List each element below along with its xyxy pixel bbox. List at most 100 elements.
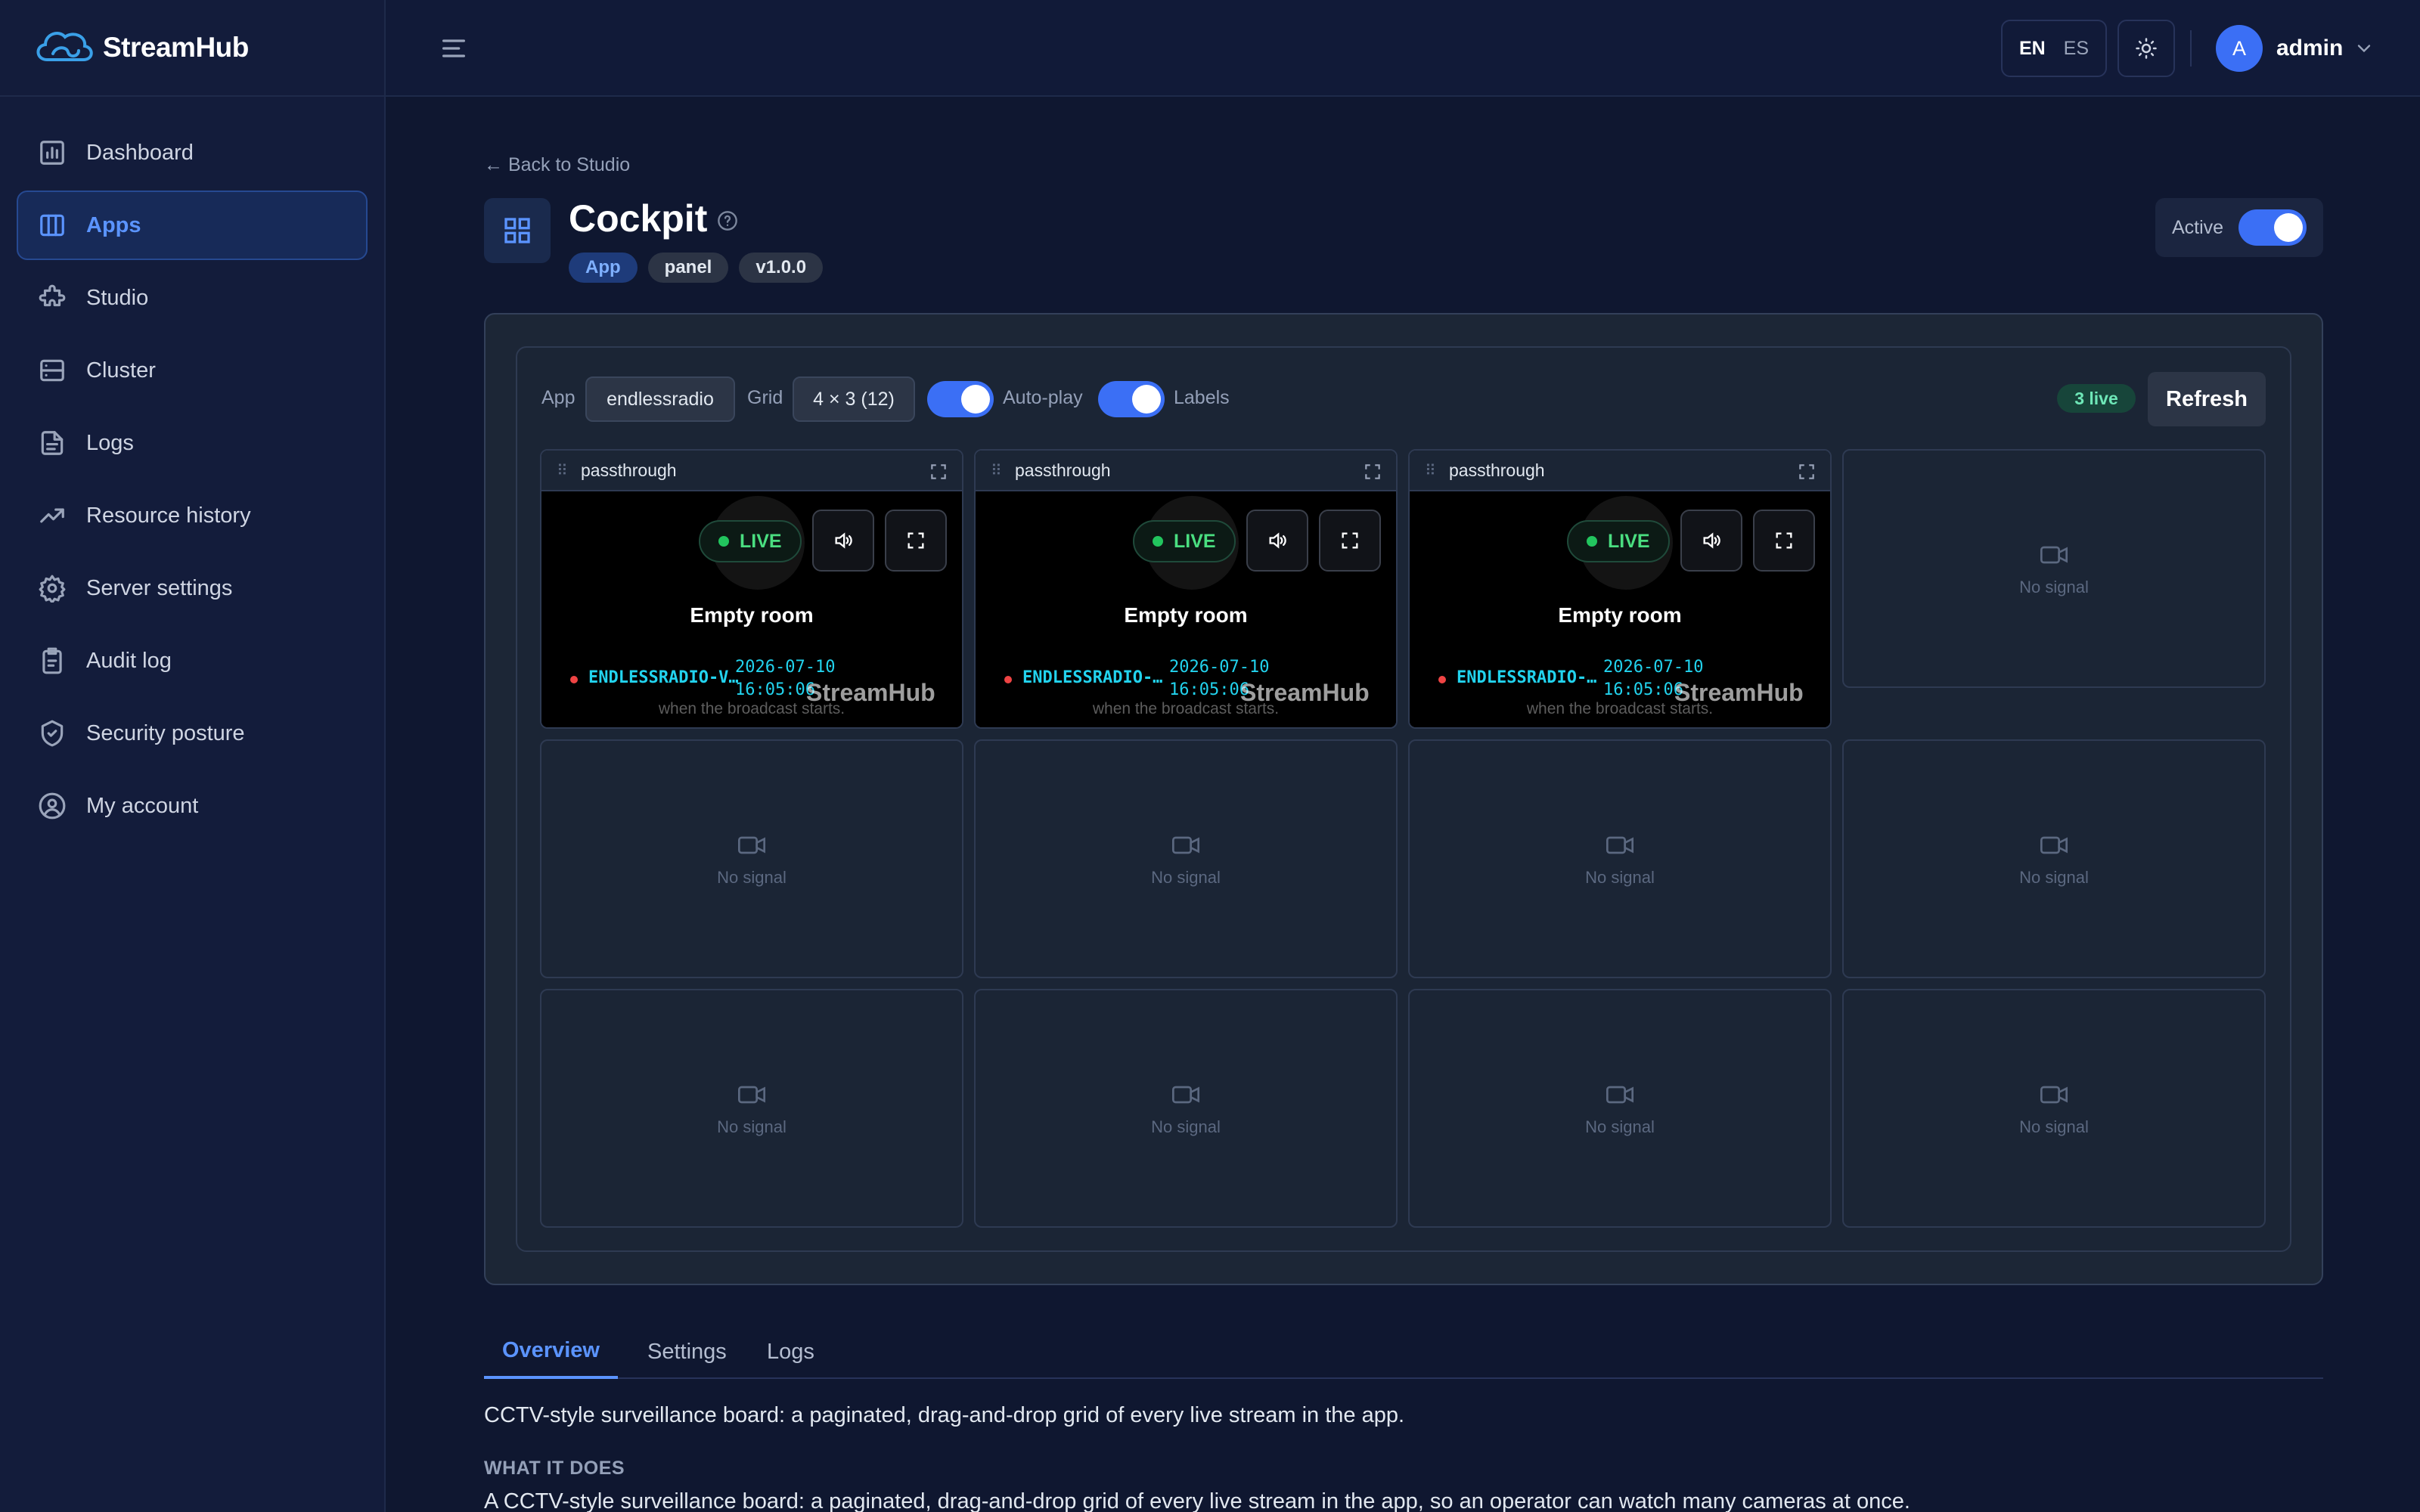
- tile-header[interactable]: ⠿ passthrough: [1410, 451, 1830, 491]
- tile-header[interactable]: ⠿ passthrough: [541, 451, 962, 491]
- lang-en-button[interactable]: EN: [2019, 38, 2046, 60]
- expand-icon[interactable]: [1363, 462, 1382, 482]
- autoplay-label: Auto-play: [1003, 387, 1083, 408]
- drag-handle-icon[interactable]: ⠿: [991, 461, 1006, 480]
- tag-type: App: [569, 253, 638, 283]
- active-toggle-group: Active: [2155, 198, 2323, 257]
- chevron-down-icon: [2358, 45, 2371, 53]
- stream-status: Empty room: [690, 603, 814, 627]
- watermark: StreamHub: [1240, 679, 1370, 706]
- app-tags: App panel v1.0.0: [569, 253, 824, 283]
- user-name: admin: [2276, 36, 2344, 60]
- rec-dot: [1004, 676, 1012, 683]
- tile-header[interactable]: ⠿ passthrough: [976, 451, 1396, 491]
- menu-toggle-button[interactable]: [439, 33, 469, 64]
- drag-handle-icon[interactable]: ⠿: [1425, 461, 1440, 480]
- user-menu[interactable]: A admin: [2216, 24, 2375, 73]
- help-icon[interactable]: [717, 210, 738, 235]
- refresh-button[interactable]: Refresh: [2148, 372, 2266, 426]
- sidebar-item-logs[interactable]: Logs: [17, 408, 368, 478]
- sidebar-item-server-settings[interactable]: Server settings: [17, 553, 368, 623]
- apps-icon: [40, 214, 64, 237]
- active-toggle[interactable]: [2238, 209, 2307, 246]
- stream-tile[interactable]: ⠿ passthrough LIVE Empty room when the b…: [1408, 449, 1832, 729]
- expand-icon[interactable]: [929, 462, 948, 482]
- labels-toggle[interactable]: [1098, 381, 1165, 417]
- sidebar-item-my-account[interactable]: My account: [17, 771, 368, 841]
- sidebar-item-audit-log[interactable]: Audit log: [17, 626, 368, 696]
- stream-overlay-title: ENDLESSRADIO-…: [1457, 668, 1597, 687]
- empty-tile: No signal: [1408, 739, 1832, 978]
- volume-button[interactable]: [1680, 510, 1742, 572]
- avatar: A: [2216, 25, 2263, 72]
- live-count-badge: 3 live: [2057, 384, 2136, 413]
- active-label: Active: [2172, 216, 2224, 238]
- sidebar-item-cluster[interactable]: Cluster: [17, 336, 368, 405]
- stream-tile[interactable]: ⠿ passthrough LIVE Empty room when the b…: [540, 449, 963, 729]
- brand-name: StreamHub: [103, 32, 249, 63]
- sidebar-item-dashboard[interactable]: Dashboard: [17, 118, 368, 187]
- live-dot: [1153, 536, 1163, 547]
- video-camera-icon: [2040, 546, 2068, 564]
- sidebar-nav: Dashboard Apps Studio Cluster Logs Resou…: [0, 97, 384, 841]
- fullscreen-button[interactable]: [1753, 510, 1815, 572]
- empty-tile: No signal: [540, 739, 963, 978]
- video-camera-icon: [1606, 1086, 1634, 1104]
- stream-date: 2026-07-10: [1603, 658, 1704, 677]
- app-select[interactable]: endlessradio: [585, 376, 735, 422]
- sidebar-item-label: Logs: [86, 430, 134, 455]
- empty-tile: No signal: [540, 989, 963, 1228]
- video-camera-icon: [1172, 1086, 1199, 1104]
- drag-handle-icon[interactable]: ⠿: [557, 461, 572, 480]
- no-signal-label: No signal: [717, 1117, 786, 1136]
- live-dot: [718, 536, 729, 547]
- volume-button[interactable]: [1246, 510, 1308, 572]
- empty-tile: No signal: [974, 739, 1398, 978]
- empty-tile: No signal: [1842, 989, 2266, 1228]
- no-signal-label: No signal: [2019, 578, 2089, 596]
- fullscreen-button[interactable]: [885, 510, 947, 572]
- puzzle-icon: [39, 284, 66, 307]
- tab-overview[interactable]: Overview: [484, 1325, 618, 1379]
- watermark: StreamHub: [806, 679, 935, 706]
- stream-tile[interactable]: ⠿ passthrough LIVE Empty room when the b…: [974, 449, 1398, 729]
- tab-logs[interactable]: Logs: [749, 1325, 833, 1379]
- autoplay-toggle[interactable]: [927, 381, 994, 417]
- video-player[interactable]: LIVE Empty room when the broadcast start…: [976, 491, 1396, 727]
- empty-tile: No signal: [1408, 989, 1832, 1228]
- fullscreen-icon: [1342, 532, 1358, 549]
- brand[interactable]: StreamHub: [0, 0, 384, 97]
- grid-select[interactable]: 4 × 3 (12): [793, 376, 915, 422]
- sidebar-item-label: Cluster: [86, 358, 156, 383]
- video-player[interactable]: LIVE Empty room when the broadcast start…: [1410, 491, 1830, 727]
- video-camera-icon: [2040, 1086, 2068, 1104]
- tag-version: v1.0.0: [739, 253, 824, 283]
- stream-overlay-title: ENDLESSRADIO-V…: [588, 668, 739, 687]
- tab-settings[interactable]: Settings: [629, 1325, 745, 1379]
- app-grid-icon: [484, 198, 551, 263]
- gear-icon: [39, 575, 66, 603]
- sidebar-item-security-posture[interactable]: Security posture: [17, 699, 368, 768]
- live-text: LIVE: [1174, 530, 1216, 552]
- sidebar-item-label: Security posture: [86, 720, 245, 745]
- sidebar-item-apps[interactable]: Apps: [17, 191, 368, 260]
- theme-toggle-button[interactable]: [2118, 20, 2175, 77]
- sidebar-item-studio[interactable]: Studio: [17, 263, 368, 333]
- rec-dot: [570, 676, 578, 683]
- watermark: StreamHub: [1674, 679, 1804, 706]
- sidebar-item-label: Apps: [86, 212, 141, 237]
- video-player[interactable]: LIVE Empty room when the broadcast start…: [541, 491, 962, 727]
- expand-icon[interactable]: [1797, 462, 1817, 482]
- sidebar-item-label: Dashboard: [86, 140, 194, 165]
- sidebar-item-resource-history[interactable]: Resource history: [17, 481, 368, 550]
- menu-icon: [442, 39, 465, 57]
- back-to-studio-link[interactable]: ← Back to Studio: [484, 154, 630, 176]
- lang-es-button[interactable]: ES: [2064, 38, 2089, 60]
- tile-stream-name: passthrough: [581, 460, 677, 480]
- empty-tile: No signal: [1842, 739, 2266, 978]
- fullscreen-button[interactable]: [1319, 510, 1381, 572]
- volume-button[interactable]: [812, 510, 874, 572]
- no-signal-label: No signal: [2019, 1117, 2089, 1136]
- user-circle-icon: [39, 792, 66, 820]
- no-signal-label: No signal: [1151, 868, 1221, 887]
